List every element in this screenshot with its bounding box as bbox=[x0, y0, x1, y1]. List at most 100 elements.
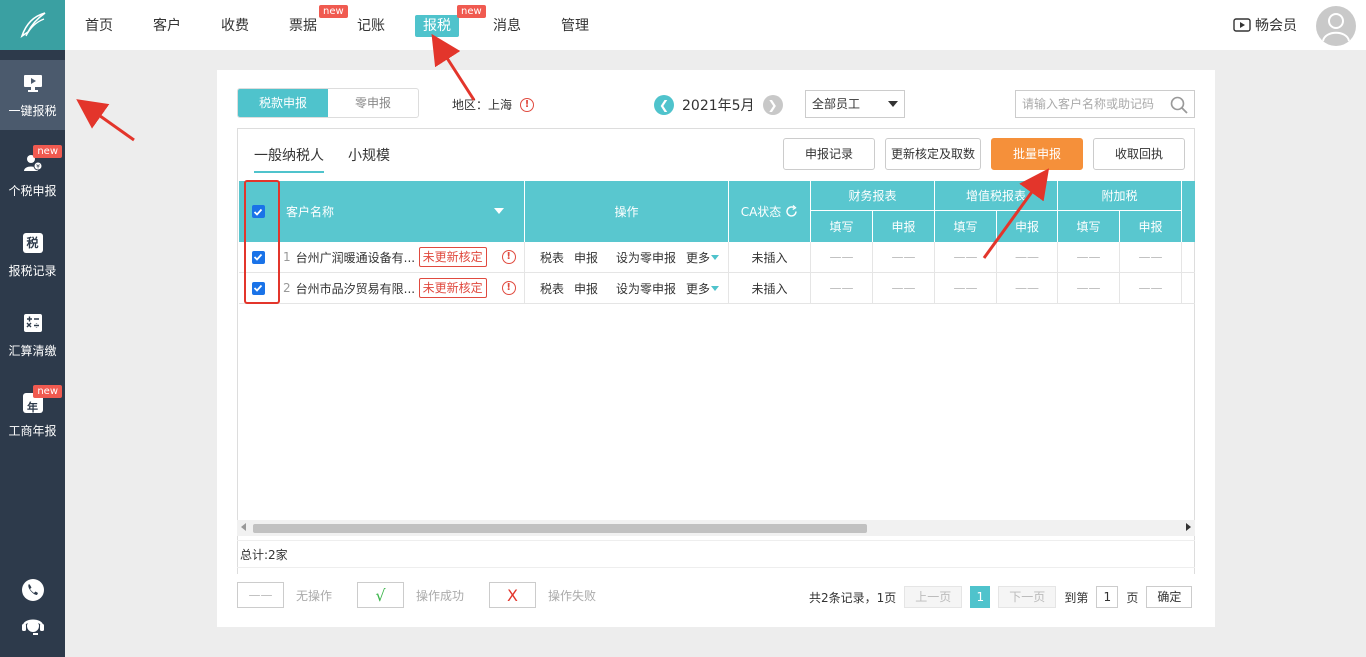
employee-select[interactable]: 全部员工 bbox=[805, 90, 905, 118]
row-checkbox[interactable] bbox=[239, 242, 277, 272]
confirm-page-button[interactable]: 确定 bbox=[1146, 586, 1193, 608]
alert-icon[interactable]: ! bbox=[501, 281, 516, 295]
empty-dash: —— bbox=[953, 250, 978, 264]
empty-dash: —— bbox=[891, 250, 916, 264]
sidebar-item-annual-report[interactable]: new 年 工商年报 bbox=[0, 380, 65, 450]
declare-link[interactable]: 申报 bbox=[574, 249, 598, 266]
sidebar: 一键报税 new ¥ 个税申报 税 报税记录 汇算清缴 new 年 工商年报 bbox=[0, 0, 65, 657]
region-info: 地区：上海 ! bbox=[452, 96, 535, 113]
checkbox-checked-icon[interactable] bbox=[251, 250, 265, 264]
nav-home[interactable]: 首页 bbox=[81, 15, 117, 37]
declare-record-button[interactable]: 申报记录 bbox=[783, 138, 875, 170]
tab-general-taxpayer[interactable]: 一般纳税人 bbox=[254, 145, 324, 173]
alert-icon[interactable]: ! bbox=[520, 97, 535, 112]
nav-tax[interactable]: 报税 bbox=[415, 15, 459, 37]
header-sub-fill: 填写 bbox=[935, 211, 997, 242]
tax-form-link[interactable]: 税表 bbox=[540, 280, 564, 297]
seg-tax-declare[interactable]: 税款申报 bbox=[238, 89, 328, 117]
page-unit: 页 bbox=[1126, 590, 1139, 605]
sidebar-item-tax-records[interactable]: 税 报税记录 bbox=[0, 220, 65, 290]
sidebar-item-personal-tax[interactable]: new ¥ 个税申报 bbox=[0, 140, 65, 210]
vip-link[interactable]: 畅会员 bbox=[1233, 15, 1297, 35]
set-zero-link[interactable]: 设为零申报 bbox=[616, 249, 676, 266]
header-select-all[interactable] bbox=[239, 181, 277, 242]
nav-invoices[interactable]: 票据 bbox=[285, 15, 321, 37]
seg-zero-declare[interactable]: 零申报 bbox=[328, 89, 418, 117]
nav-customers[interactable]: 客户 bbox=[149, 15, 185, 37]
goto-label: 到第 bbox=[1064, 590, 1089, 605]
header-customer[interactable]: 客户名称 bbox=[277, 181, 525, 242]
scroll-left-icon[interactable] bbox=[241, 523, 246, 531]
status-badge[interactable]: 未更新核定 bbox=[418, 247, 487, 267]
more-dropdown[interactable]: 更多 bbox=[686, 280, 720, 297]
nav-fees[interactable]: 收费 bbox=[217, 15, 253, 37]
customer-name[interactable]: 台州广润暖通设备有... bbox=[296, 249, 414, 266]
support-button[interactable] bbox=[0, 612, 65, 638]
scroll-right-icon[interactable] bbox=[1186, 523, 1191, 531]
empty-dash: —— bbox=[829, 281, 854, 295]
current-page[interactable]: 1 bbox=[970, 586, 991, 608]
nav-admin[interactable]: 管理 bbox=[557, 15, 593, 37]
phone-button[interactable] bbox=[0, 578, 65, 602]
declare-link[interactable]: 申报 bbox=[574, 280, 598, 297]
cell-empty: —— bbox=[873, 273, 935, 303]
set-zero-link[interactable]: 设为零申报 bbox=[616, 280, 676, 297]
phone-icon bbox=[21, 579, 44, 601]
batch-declare-button[interactable]: 批量申报 bbox=[991, 138, 1083, 170]
calculator-icon bbox=[22, 312, 44, 334]
legend-fail-label: 操作失败 bbox=[548, 588, 597, 603]
sidebar-item-label: 一键报税 bbox=[8, 103, 57, 118]
next-page-button[interactable]: 下一页 bbox=[998, 586, 1057, 608]
nav-bookkeeping[interactable]: 记账 bbox=[353, 15, 389, 37]
row-index: 1 bbox=[283, 250, 291, 264]
more-dropdown[interactable]: 更多 bbox=[686, 249, 720, 266]
empty-dash: —— bbox=[1138, 281, 1163, 295]
row-checkbox[interactable] bbox=[239, 273, 277, 303]
month-switcher: ❮ 2021年5月 ❯ bbox=[654, 95, 783, 115]
checkbox-checked-icon[interactable] bbox=[251, 281, 265, 295]
nav-messages[interactable]: 消息 bbox=[489, 15, 525, 37]
table-row: 1 台州广润暖通设备有... 未更新核定 ! 税表 申报 设为零申报 更多 未插… bbox=[239, 242, 1195, 273]
nav-invoices-wrap: 票据 new bbox=[285, 5, 348, 37]
status-badge[interactable]: 未更新核定 bbox=[418, 278, 487, 298]
app-logo[interactable] bbox=[0, 0, 65, 50]
search-input[interactable]: 请输入客户名称或助记码 bbox=[1015, 90, 1195, 118]
update-verify-button[interactable]: 更新核定及取数 bbox=[885, 138, 981, 170]
alert-icon[interactable]: ! bbox=[501, 250, 516, 264]
sidebar-item-label: 工商年报 bbox=[8, 423, 57, 438]
next-month-icon[interactable]: ❯ bbox=[762, 95, 783, 115]
tax-form-link[interactable]: 税表 bbox=[540, 249, 564, 266]
horizontal-scrollbar[interactable] bbox=[237, 520, 1195, 536]
empty-dash: —— bbox=[1076, 250, 1101, 264]
refresh-icon[interactable] bbox=[785, 205, 798, 218]
chevron-down-icon bbox=[711, 254, 720, 260]
cell-empty: —— bbox=[997, 273, 1058, 303]
sidebar-item-one-click-tax[interactable]: 一键报税 bbox=[0, 60, 65, 130]
table-row: 2 台州市品汐贸易有限... 未更新核定 ! 税表 申报 设为零申报 更多 未插… bbox=[239, 273, 1195, 304]
receive-receipt-button[interactable]: 收取回执 bbox=[1093, 138, 1185, 170]
pager-info: 共2条记录，1页 bbox=[809, 590, 897, 605]
prev-page-button[interactable]: 上一页 bbox=[904, 586, 963, 608]
tab-small-scale[interactable]: 小规模 bbox=[348, 145, 390, 173]
search-placeholder: 请输入客户名称或助记码 bbox=[1022, 97, 1155, 111]
empty-dash: —— bbox=[1076, 281, 1101, 295]
header-group-finance: 财务报表 bbox=[811, 181, 935, 211]
taxpayer-tabs: 一般纳税人 小规模 bbox=[254, 145, 390, 173]
customer-name[interactable]: 台州市品汐贸易有限... bbox=[296, 280, 414, 297]
svg-text:¥: ¥ bbox=[36, 163, 40, 170]
row-index: 2 bbox=[283, 281, 291, 295]
checkbox-checked-icon[interactable] bbox=[251, 205, 265, 218]
arrow-to-sidebar bbox=[76, 99, 135, 142]
chevron-down-icon bbox=[711, 285, 720, 291]
cell-empty: —— bbox=[1058, 242, 1120, 272]
prev-month-icon[interactable]: ❮ bbox=[654, 95, 674, 115]
scroll-thumb[interactable] bbox=[253, 524, 867, 533]
avatar[interactable] bbox=[1316, 6, 1356, 46]
top-nav: 首页 客户 收费 票据 new 记账 报税 new 消息 管理 畅会员 bbox=[65, 0, 1366, 50]
sidebar-item-settlement[interactable]: 汇算清缴 bbox=[0, 300, 65, 370]
sort-caret-icon[interactable] bbox=[494, 208, 504, 214]
page-input[interactable]: 1 bbox=[1096, 586, 1119, 608]
ops-cell: 税表 申报 设为零申报 更多 bbox=[525, 273, 729, 303]
search-icon[interactable] bbox=[1170, 96, 1188, 114]
legend-ok-label: 操作成功 bbox=[416, 588, 465, 603]
